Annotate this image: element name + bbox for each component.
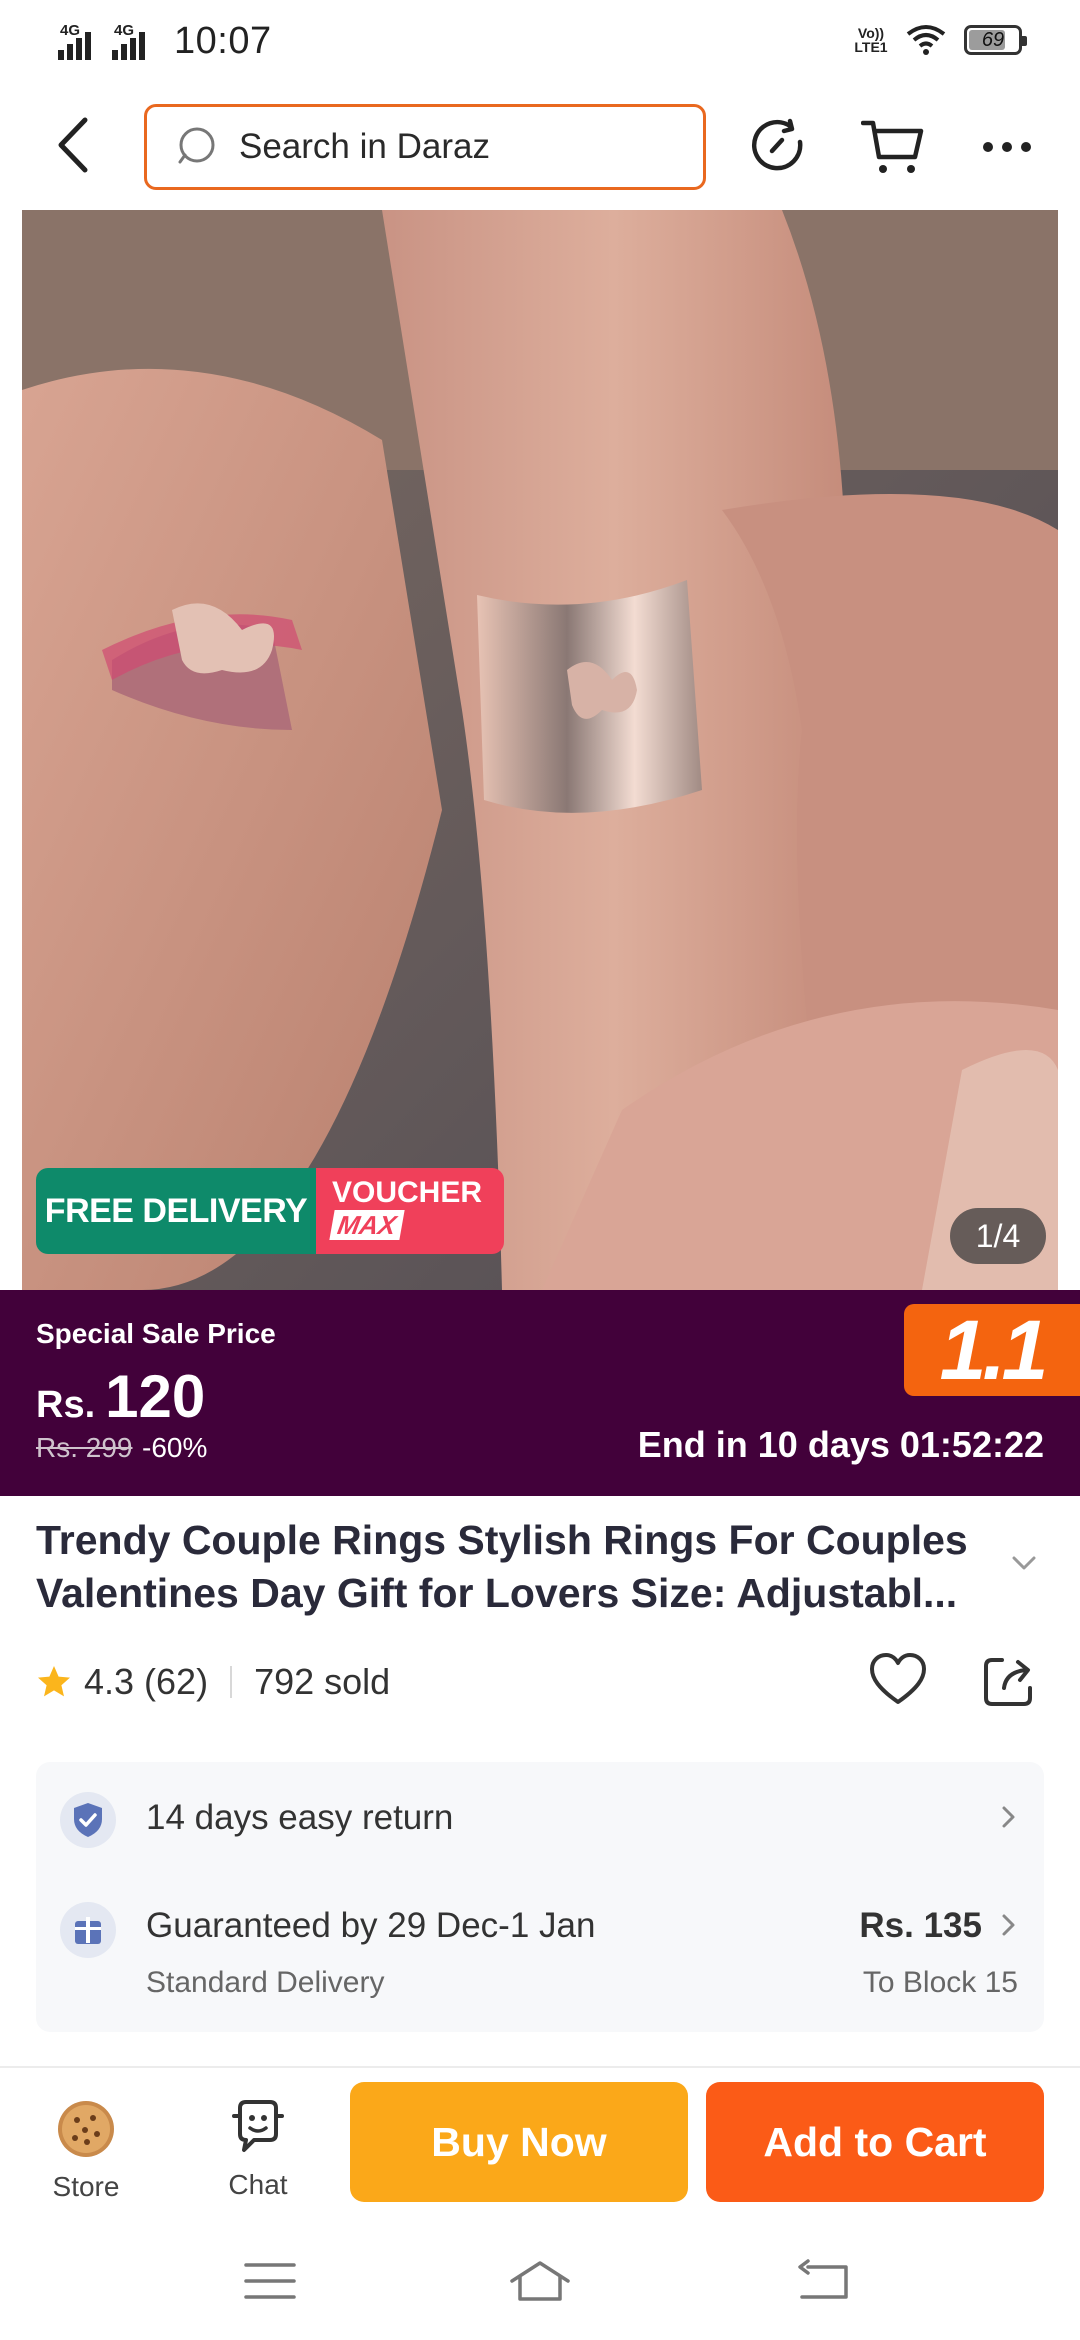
image-counter: 1/4: [950, 1208, 1046, 1264]
share-button[interactable]: [978, 1650, 1038, 1710]
sale-label: Special Sale Price: [36, 1318, 276, 1349]
return-policy-row[interactable]: 14 days easy return: [36, 1762, 1044, 1876]
wishlist-button[interactable]: [868, 1650, 928, 1710]
product-photo: [22, 210, 1058, 1290]
add-to-cart-button[interactable]: Add to Cart: [706, 2082, 1044, 2202]
delivery-guarantee: Guaranteed by 29 Dec-1 Jan: [146, 1906, 596, 1945]
battery-icon: 69: [964, 25, 1027, 55]
sale-countdown: End in 10 days 01:52:22: [637, 1424, 1044, 1465]
top-nav: Search in Daraz: [0, 88, 1080, 210]
menu-icon: [244, 2263, 296, 2299]
delivery-fee: Rs. 135: [859, 1906, 982, 1945]
delivery-box-icon: [60, 1902, 116, 1958]
back-button[interactable]: [40, 110, 106, 180]
voucher-max-badge: VOUCHER MAX: [316, 1168, 504, 1254]
cart-button[interactable]: [858, 112, 928, 182]
service-box: 14 days easy return Guaranteed by 29 Dec…: [36, 1762, 1044, 2032]
back-nav-icon: [798, 2259, 848, 2299]
star-icon: [38, 1666, 70, 1697]
buy-now-button[interactable]: Buy Now: [350, 2082, 688, 2202]
rating-value: 4.3 (62): [84, 1661, 209, 1702]
chevron-right-icon: [1002, 1914, 1015, 1936]
volte-icon: Vo)) LTE1: [854, 25, 888, 55]
chat-icon: [232, 2100, 284, 2152]
status-bar: 4G 4G 10:07 Vo)) LTE1 69: [0, 0, 1080, 88]
back-icon: [58, 117, 88, 173]
store-label: Store: [52, 2171, 120, 2202]
signal-icon: 4G: [112, 22, 152, 60]
shield-check-icon: [60, 1792, 116, 1848]
product-image[interactable]: 1/4: [22, 210, 1058, 1290]
rating-row[interactable]: 4.3 (62) 792 sold: [36, 1654, 390, 1710]
discount-percent: -60%: [142, 1432, 208, 1463]
price: Rs. 120: [36, 1362, 205, 1431]
home-icon: [510, 2261, 570, 2301]
action-bar: Store Chat Buy Now Add to Cart: [0, 2066, 1080, 2218]
voucher-max-label: MAX: [329, 1210, 405, 1240]
system-nav-bar: [0, 2218, 1080, 2340]
campaign-badge: 1.1: [904, 1303, 1080, 1397]
original-price: Rs. 299: [36, 1432, 133, 1463]
history-button[interactable]: [744, 112, 814, 182]
free-delivery-badge: FREE DELIVERY: [36, 1168, 316, 1254]
divider: [230, 1666, 233, 1698]
signal-icon: 4G: [58, 22, 98, 60]
share-icon: [984, 1658, 1032, 1706]
sale-banner: Special Sale Price Rs. 120 Rs. 299 -60% 1…: [0, 1290, 1080, 1496]
product-title[interactable]: Trendy Couple Rings Stylish Rings For Co…: [36, 1514, 996, 1620]
price-amount: 120: [105, 1363, 206, 1430]
more-icon: [983, 142, 1031, 152]
more-button[interactable]: [972, 112, 1042, 182]
cart-icon: [861, 120, 924, 173]
delivery-type: Standard Delivery: [146, 1966, 385, 1999]
sold-count: 792 sold: [254, 1661, 391, 1702]
search-placeholder: Search in Daraz: [239, 127, 490, 166]
store-icon: [58, 2101, 114, 2157]
chat-label: Chat: [228, 2169, 288, 2200]
search-icon: [178, 127, 215, 164]
voucher-label: VOUCHER: [332, 1176, 483, 1209]
clock: 10:07: [174, 20, 272, 62]
price-currency: Rs.: [36, 1384, 96, 1426]
delivery-location: To Block 15: [862, 1966, 1018, 1999]
wifi-icon: [906, 25, 946, 55]
chevron-down-icon[interactable]: [1010, 1554, 1038, 1572]
chevron-right-icon: [1002, 1806, 1015, 1828]
menu-nav-button[interactable]: [240, 2254, 300, 2308]
back-nav-button[interactable]: [794, 2254, 854, 2308]
chat-button[interactable]: Chat: [208, 2098, 308, 2200]
home-nav-button[interactable]: [510, 2254, 570, 2308]
delivery-row[interactable]: Guaranteed by 29 Dec-1 Jan Standard Deli…: [36, 1876, 1044, 2032]
store-button[interactable]: Store: [36, 2098, 136, 2202]
return-policy-text: 14 days easy return: [146, 1798, 454, 1837]
search-input[interactable]: Search in Daraz: [144, 104, 706, 190]
heart-icon: [870, 1653, 926, 1704]
history-icon: [751, 118, 803, 171]
